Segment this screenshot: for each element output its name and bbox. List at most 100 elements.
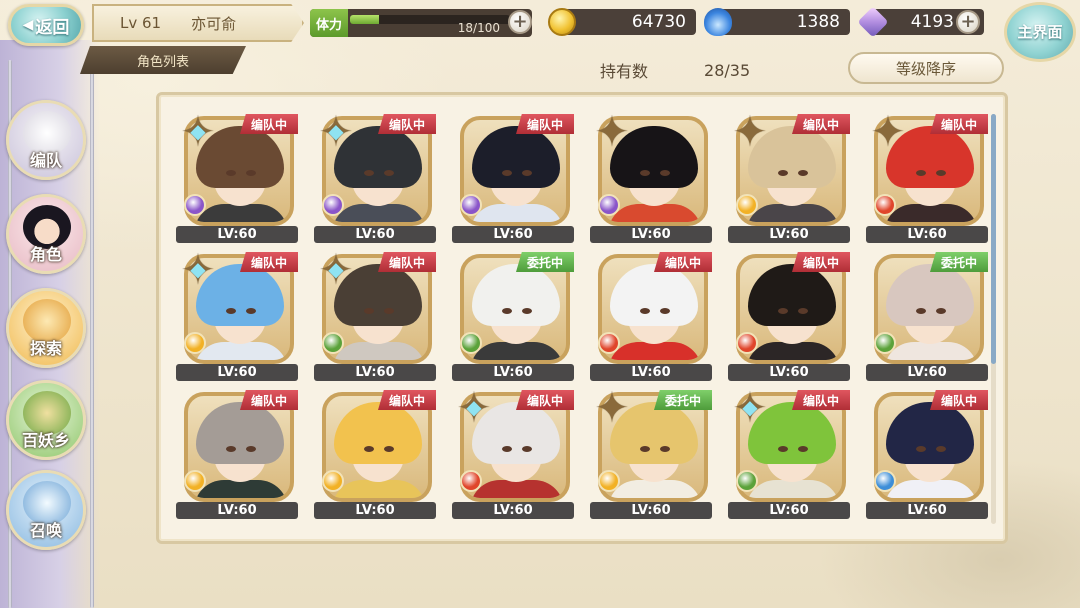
character-level: LV:60 [590,226,712,243]
stamina-bar: 体力 18/100 [310,9,532,37]
side-menu-explore[interactable]: 探索 [6,288,86,368]
rank-gem-icon: ◆ [190,119,206,143]
back-label: 返回 [35,17,70,38]
rank-star-icon: ✦ [870,107,906,156]
character-card[interactable]: ✦ 编队中 LV:60 [728,107,850,243]
player-info: Lv 61 亦可俞 [92,4,304,42]
rank-star-icon: ✦ ◆ [456,383,492,432]
portrait-outfit [746,204,840,222]
portrait-hair [886,264,974,326]
portrait-eye [660,308,670,314]
character-level: LV:60 [314,226,436,243]
character-card[interactable]: ✦ ◆ 编队中 LV:60 [452,383,574,519]
add-stamina-button[interactable]: + [508,10,532,34]
stamina-label: 体力 [310,9,349,37]
portrait-eye [384,170,394,176]
element-attribute-icon [322,470,344,492]
character-level: LV:60 [452,502,574,519]
character-level: LV:60 [314,364,436,381]
portrait-outfit [608,480,702,498]
side-menu-village[interactable]: 百妖乡 [6,380,86,460]
character-level: LV:60 [866,364,988,381]
portrait-hair [472,126,560,188]
portrait-outfit [746,480,840,498]
element-attribute-icon [874,194,896,216]
element-attribute-icon [184,470,206,492]
side-menu-summon[interactable]: 召唤 [6,470,86,550]
character-card[interactable]: 委托中 LV:60 [866,248,988,381]
portrait-eye [226,170,236,176]
portrait-eye [660,446,670,452]
owned-value: 28/35 [704,60,751,80]
portrait-eye [364,308,374,314]
status-badge: 编队中 [240,252,298,272]
rank-gem-icon: ◆ [466,395,482,419]
home-button[interactable]: 主界面 [1004,2,1076,62]
character-card[interactable]: 编队中 LV:60 [314,386,436,519]
portrait-eye [778,170,788,176]
side-menu-character[interactable]: 角色 [6,194,86,274]
portrait-eye [246,446,256,452]
page-title: 角色列表 [80,46,246,74]
status-badge: 编队中 [654,252,712,272]
element-attribute-icon [322,194,344,216]
character-card[interactable]: ✦ LV:60 [590,110,712,243]
status-badge: 委托中 [930,252,988,272]
status-badge: 委托中 [654,390,712,410]
back-button[interactable]: ◀ 返回 [8,4,84,46]
character-card[interactable]: ✦ ◆ 编队中 LV:60 [314,248,436,381]
character-card[interactable]: ✦ ◆ 编队中 LV:60 [176,248,298,381]
portrait-outfit [194,204,288,222]
side-menu-label: 探索 [29,339,62,358]
portrait-eye [522,308,532,314]
add-gems-button[interactable]: + [956,10,980,34]
portrait-hair [472,264,560,326]
character-card[interactable]: ✦ ◆ 编队中 LV:60 [176,110,298,243]
gold-value: 64730 [631,12,686,32]
portrait-hair [610,264,698,326]
portrait-eye [502,308,512,314]
side-menu-label: 编队 [29,151,62,170]
status-badge: 编队中 [516,390,574,410]
portrait-eye [798,308,808,314]
portrait-outfit [470,480,564,498]
character-level: LV:60 [866,226,988,243]
rank-star-icon: ✦ [732,107,768,156]
element-attribute-icon [184,332,206,354]
stamina-value: 18/100 [457,21,500,35]
portrait-eye [640,446,650,452]
side-menu-label: 角色 [29,245,62,264]
status-badge: 编队中 [792,390,850,410]
character-level: LV:60 [452,226,574,243]
status-badge: 委托中 [516,252,574,272]
character-level: LV:60 [728,364,850,381]
portrait-eye [778,308,788,314]
scrollbar-thumb[interactable] [991,114,996,364]
character-card[interactable]: 编队中 LV:60 [866,386,988,519]
portrait-outfit [470,342,564,360]
character-card[interactable]: ✦ ◆ 编队中 LV:60 [728,386,850,519]
character-card[interactable]: ✦ 编队中 LV:60 [866,107,988,243]
portrait-outfit [332,342,426,360]
portrait-eye [384,446,394,452]
sort-button[interactable]: 等级降序 [848,52,1004,84]
character-card[interactable]: ✦ 委托中 LV:60 [590,386,712,519]
portrait-eye [502,170,512,176]
portrait-hair [196,402,284,464]
grid-scrollbar[interactable] [991,114,996,524]
character-card[interactable]: ✦ ◆ 编队中 LV:60 [314,110,436,243]
player-name: 亦可俞 [191,14,237,33]
player-level: Lv 61 [120,14,162,32]
element-attribute-icon [460,194,482,216]
character-card[interactable]: 编队中 LV:60 [452,110,574,243]
element-attribute-icon [874,470,896,492]
element-attribute-icon [322,332,344,354]
character-card[interactable]: 编队中 LV:60 [590,248,712,381]
status-badge: 编队中 [240,390,298,410]
side-menu-formation[interactable]: 编队 [6,100,86,180]
character-level: LV:60 [728,502,850,519]
character-card[interactable]: 编队中 LV:60 [728,248,850,381]
character-card[interactable]: 委托中 LV:60 [452,248,574,381]
character-level: LV:60 [314,502,436,519]
character-card[interactable]: 编队中 LV:60 [176,386,298,519]
